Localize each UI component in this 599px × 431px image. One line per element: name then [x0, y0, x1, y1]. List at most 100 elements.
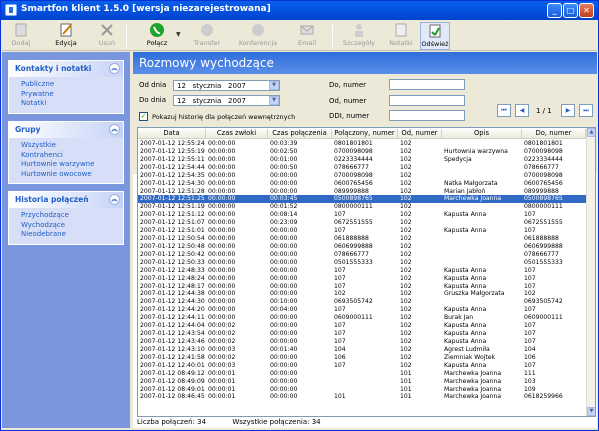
table-row[interactable]: 2007-01-12 12:43:54 00:00:02 00:00:00 107 10… — [138, 330, 587, 337]
to-date-dropdown-icon[interactable]: ▼ — [269, 96, 279, 105]
prev-page-button[interactable]: ◀ — [515, 104, 529, 117]
table-row[interactable]: 2007-01-12 12:50:33 00:00:00 00:00:00 05015… — [138, 259, 587, 266]
show-internal-checkbox[interactable]: ✓ — [139, 112, 148, 121]
table-cell: 0700098098 — [524, 171, 563, 179]
table-row[interactable]: 2007-01-12 12:44:30 00:00:00 00:10:00 06935… — [138, 298, 587, 305]
notes-button[interactable]: Notatki — [388, 22, 414, 50]
column-header[interactable]: Data — [138, 129, 206, 138]
table-cell: 00:00:03 — [208, 345, 236, 353]
connect-dropdown-icon[interactable]: ▼ — [176, 31, 181, 38]
ddi-number-input[interactable] — [389, 110, 465, 121]
details-button[interactable]: Szczegóły — [342, 22, 376, 50]
email-button[interactable]: Email — [294, 22, 320, 50]
table-row[interactable]: 2007-01-12 12:50:42 00:00:00 00:00:00 07866… — [138, 251, 587, 258]
table-row[interactable]: 2007-01-12 08:46:45 00:00:01 00:00:00 101 10… — [138, 393, 587, 400]
table-row[interactable]: 2007-01-12 12:44:20 00:00:00 00:04:00 107 10… — [138, 306, 587, 313]
column-header[interactable]: Do, numer — [522, 129, 586, 138]
from-date-picker[interactable]: 12 stycznia 2007 — [173, 80, 280, 91]
conference-button[interactable]: Konferencja — [238, 22, 278, 50]
edit-button[interactable]: Edycja — [52, 22, 80, 50]
from-date-dropdown-icon[interactable]: ▼ — [269, 81, 279, 90]
close-button[interactable]: ✕ — [579, 3, 594, 18]
table-cell: 2007-01-12 12:54:44 — [140, 163, 205, 171]
table-row[interactable]: 2007-01-12 12:48:33 00:00:00 00:00:00 107 10… — [138, 267, 587, 274]
from-number-input[interactable] — [389, 95, 465, 106]
collapse-icon[interactable]: ︽ — [109, 124, 120, 135]
sidebar-item-public[interactable]: Publiczne — [21, 80, 113, 90]
table-cell: 103 — [524, 377, 536, 385]
table-row[interactable]: 2007-01-12 12:43:10 00:00:03 00:01:40 104 10… — [138, 346, 587, 353]
delete-icon — [101, 24, 113, 36]
scroll-up-icon[interactable]: ▲ — [587, 128, 595, 137]
sidebar-item-contractors[interactable]: Kontrahenci — [21, 151, 113, 161]
sidebar-item-vegetable-wholesalers[interactable]: Hurtownie warzywne — [21, 160, 113, 170]
table-cell: 2007-01-12 08:49:09 — [140, 377, 205, 385]
table-row[interactable]: 2007-01-12 12:50:54 00:00:00 00:00:00 06188… — [138, 235, 587, 242]
table-row[interactable]: 2007-01-12 12:41:58 00:00:02 00:00:00 106 10… — [138, 354, 587, 361]
minimize-button[interactable]: _ — [547, 3, 562, 18]
first-page-button[interactable]: ⏮ — [497, 104, 511, 117]
sidebar-item-all[interactable]: Wszystkie — [21, 141, 113, 151]
table-row[interactable]: 2007-01-12 12:51:01 00:00:00 00:00:00 107 10… — [138, 227, 587, 234]
contacts-panel-header[interactable]: Kontakty i notatki ︽ — [9, 61, 123, 77]
table-cell: 00:00:00 — [270, 338, 298, 345]
refresh-button[interactable]: Odśwież — [420, 22, 450, 50]
table-row[interactable]: 2007-01-12 12:51:25 00:00:00 00:03:45 05008… — [138, 195, 587, 203]
column-header[interactable]: Opis — [442, 129, 522, 138]
table-row[interactable]: 2007-01-12 12:50:48 00:00:00 00:00:00 06069… — [138, 243, 587, 250]
notes-label: Notatki — [389, 39, 413, 47]
table-row[interactable]: 2007-01-12 08:49:09 00:00:01 00:00:00 101 Ma… — [138, 378, 587, 385]
maximize-button[interactable]: □ — [563, 3, 578, 18]
sidebar-item-incoming[interactable]: Przychodzące — [21, 211, 113, 221]
sidebar-item-missed[interactable]: Nieodebrane — [21, 230, 113, 240]
table-cell: 00:00:03 — [208, 361, 236, 369]
table-cell: 00:00:00 — [208, 258, 236, 266]
table-row[interactable]: 2007-01-12 12:51:12 00:00:00 00:08:14 107 10… — [138, 211, 587, 218]
collapse-icon[interactable]: ︽ — [109, 63, 120, 74]
delete-button[interactable]: Usuń — [95, 22, 119, 50]
groups-panel-header[interactable]: Grupy ︽ — [9, 122, 123, 138]
table-row[interactable]: 2007-01-12 12:51:07 00:00:00 00:23:09 06725… — [138, 219, 587, 226]
table-row[interactable]: 2007-01-12 12:54:30 00:00:00 00:00:00 06007… — [138, 180, 587, 187]
sidebar-item-outgoing[interactable]: Wychodzące — [21, 221, 113, 231]
table-row[interactable]: 2007-01-12 12:44:04 00:00:02 00:00:00 107 10… — [138, 322, 587, 329]
table-row[interactable]: 2007-01-12 12:44:11 00:00:00 00:00:00 06090… — [138, 314, 587, 321]
to-date-picker[interactable]: 12 stycznia 2007 — [173, 95, 280, 106]
table-row[interactable]: 2007-01-12 12:51:19 00:00:00 00:01:52 08000… — [138, 203, 587, 210]
column-header[interactable]: Połączony, numer — [332, 129, 398, 138]
vertical-scrollbar[interactable]: ▲ ▼ — [586, 128, 595, 416]
table-cell: 00:01:00 — [270, 155, 298, 163]
table-row[interactable]: 2007-01-12 12:48:24 00:00:00 00:00:00 107 10… — [138, 275, 587, 282]
table-cell: 00:00:00 — [208, 227, 236, 235]
sidebar-item-notes[interactable]: Notatki — [21, 99, 113, 109]
add-button[interactable]: Dodaj — [8, 22, 34, 50]
history-panel-header[interactable]: Historia połączeń ︽ — [9, 192, 123, 208]
table-row[interactable]: 2007-01-12 12:48:17 00:00:00 00:00:00 107 10… — [138, 283, 587, 290]
transfer-button[interactable]: Transfer — [192, 22, 222, 50]
table-row[interactable]: 2007-01-12 12:54:44 00:00:00 00:00:50 07866… — [138, 164, 587, 171]
table-row[interactable]: 2007-01-12 12:40:01 00:00:03 00:00:00 107 10… — [138, 362, 587, 369]
collapse-icon[interactable]: ︽ — [109, 194, 120, 205]
table-row[interactable]: 2007-01-12 12:51:28 00:00:00 00:00:00 08999… — [138, 188, 587, 195]
to-number-input[interactable] — [389, 79, 465, 90]
table-row[interactable]: 2007-01-12 12:55:11 00:00:00 00:01:00 02233… — [138, 156, 587, 163]
scroll-down-icon[interactable]: ▼ — [587, 407, 595, 416]
table-cell: 00:01:52 — [270, 203, 298, 211]
table-cell: 2007-01-12 12:40:01 — [140, 361, 205, 369]
table-row[interactable]: 2007-01-12 12:55:19 00:00:00 00:02:50 07000… — [138, 148, 587, 155]
column-header[interactable]: Czas zwłoki — [206, 129, 268, 138]
table-row[interactable]: 2007-01-12 08:49:12 00:00:01 00:00:00 101 Ma… — [138, 370, 587, 377]
last-page-button[interactable]: ⏭ — [579, 104, 593, 117]
column-header[interactable]: Od, numer — [398, 129, 442, 138]
next-page-button[interactable]: ▶ — [561, 104, 575, 117]
connect-button[interactable]: Połącz — [142, 22, 172, 50]
table-row[interactable]: 2007-01-12 12:55:24 00:00:00 00:03:39 08018… — [138, 140, 587, 147]
column-header[interactable]: Czas połączenia — [268, 129, 332, 138]
table-cell: 104 — [334, 345, 346, 353]
table-row[interactable]: 2007-01-12 12:54:35 00:00:00 00:00:00 07000… — [138, 172, 587, 179]
sidebar-item-private[interactable]: Prywatne — [21, 90, 113, 100]
table-row[interactable]: 2007-01-12 08:49:01 00:00:01 00:00:00 101 Ma… — [138, 386, 587, 393]
table-row[interactable]: 2007-01-12 12:43:46 00:00:02 00:00:00 107 10… — [138, 338, 587, 345]
sidebar-item-fruit-wholesalers[interactable]: Hurtownie owocowe — [21, 170, 113, 180]
table-row[interactable]: 2007-01-12 12:44:38 00:00:00 00:00:00 102 10… — [138, 290, 587, 297]
